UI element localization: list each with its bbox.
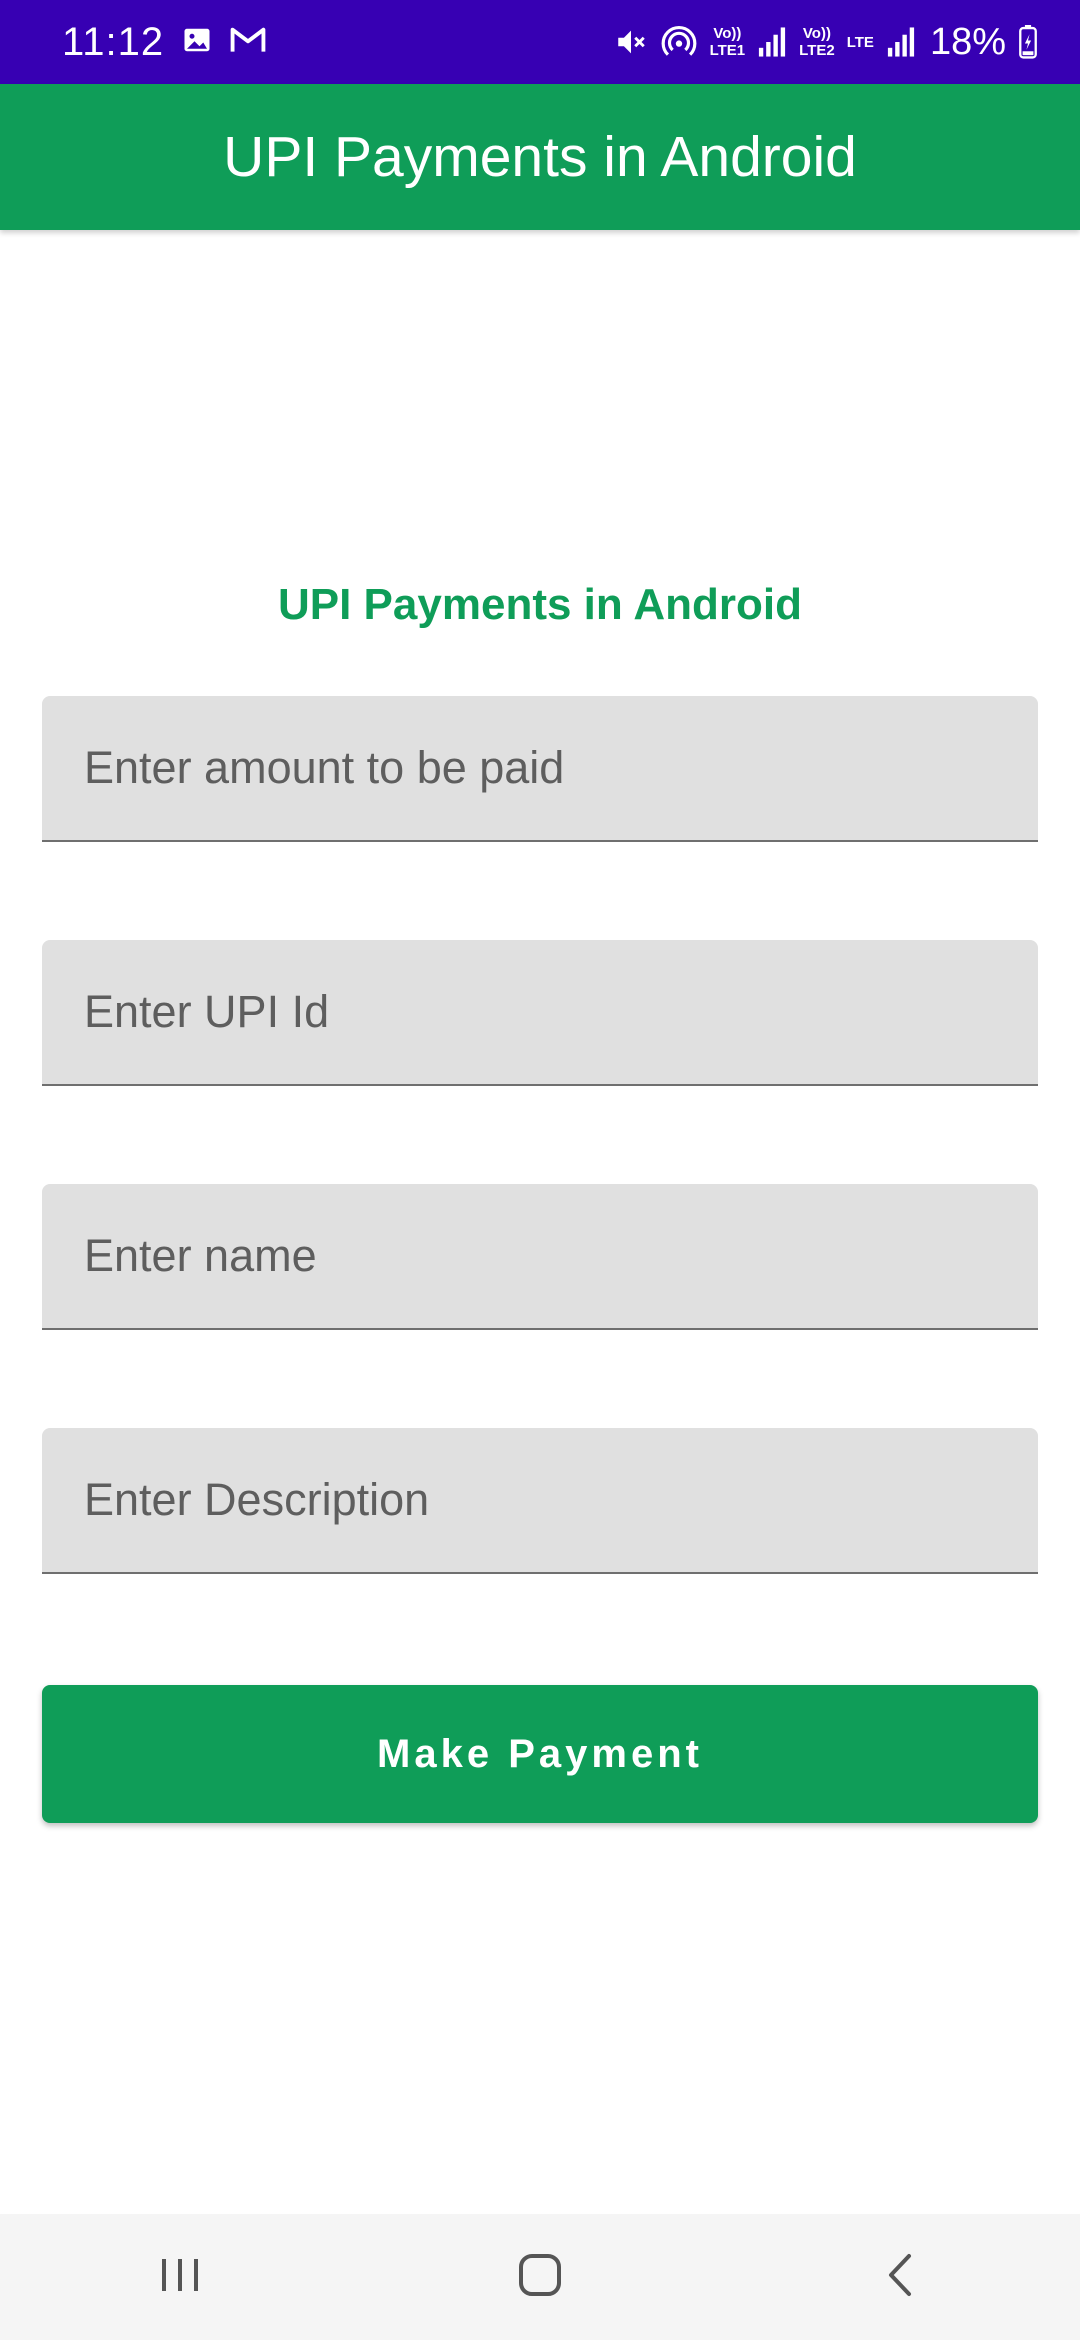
hotspot-icon — [660, 23, 698, 61]
battery-percent: 18% — [929, 20, 1006, 63]
description-input[interactable] — [42, 1428, 1038, 1572]
back-button[interactable] — [840, 2227, 960, 2327]
recents-icon — [158, 2255, 202, 2300]
battery-icon — [1018, 25, 1038, 59]
mute-icon — [614, 25, 648, 59]
image-icon — [182, 25, 212, 60]
lte-label: LTE — [846, 33, 874, 51]
navigation-bar — [0, 2214, 1080, 2340]
make-payment-button[interactable]: Make Payment — [42, 1685, 1038, 1823]
name-field[interactable] — [42, 1184, 1038, 1330]
status-left: 11:12 — [62, 20, 266, 65]
gmail-icon — [230, 25, 266, 60]
form-heading: UPI Payments in Android — [277, 580, 802, 629]
signal-icon — [886, 26, 916, 58]
status-right: Vo)) LTE1 Vo)) LTE2 LTE 18% — [614, 21, 1038, 64]
home-icon — [517, 2252, 563, 2303]
app-bar-title: UPI Payments in Android — [223, 125, 857, 189]
name-input[interactable] — [42, 1184, 1038, 1328]
app-bar: UPI Payments in Android — [0, 84, 1080, 230]
back-icon — [885, 2252, 915, 2303]
recents-button[interactable] — [120, 2227, 240, 2327]
upi-id-field[interactable] — [42, 940, 1038, 1086]
amount-input[interactable] — [42, 696, 1038, 840]
upi-id-input[interactable] — [42, 940, 1038, 1084]
status-time: 11:12 — [62, 19, 165, 64]
status-bar: 11:12 Vo)) LTE1 Vo)) LTE2 LTE 18% — [0, 0, 1080, 84]
sim2-label: Vo)) LTE2 — [799, 25, 835, 59]
signal-icon — [757, 26, 787, 58]
home-button[interactable] — [480, 2227, 600, 2327]
description-field[interactable] — [42, 1428, 1038, 1574]
amount-field[interactable] — [42, 696, 1038, 842]
sim1-label: Vo)) LTE1 — [709, 25, 746, 59]
